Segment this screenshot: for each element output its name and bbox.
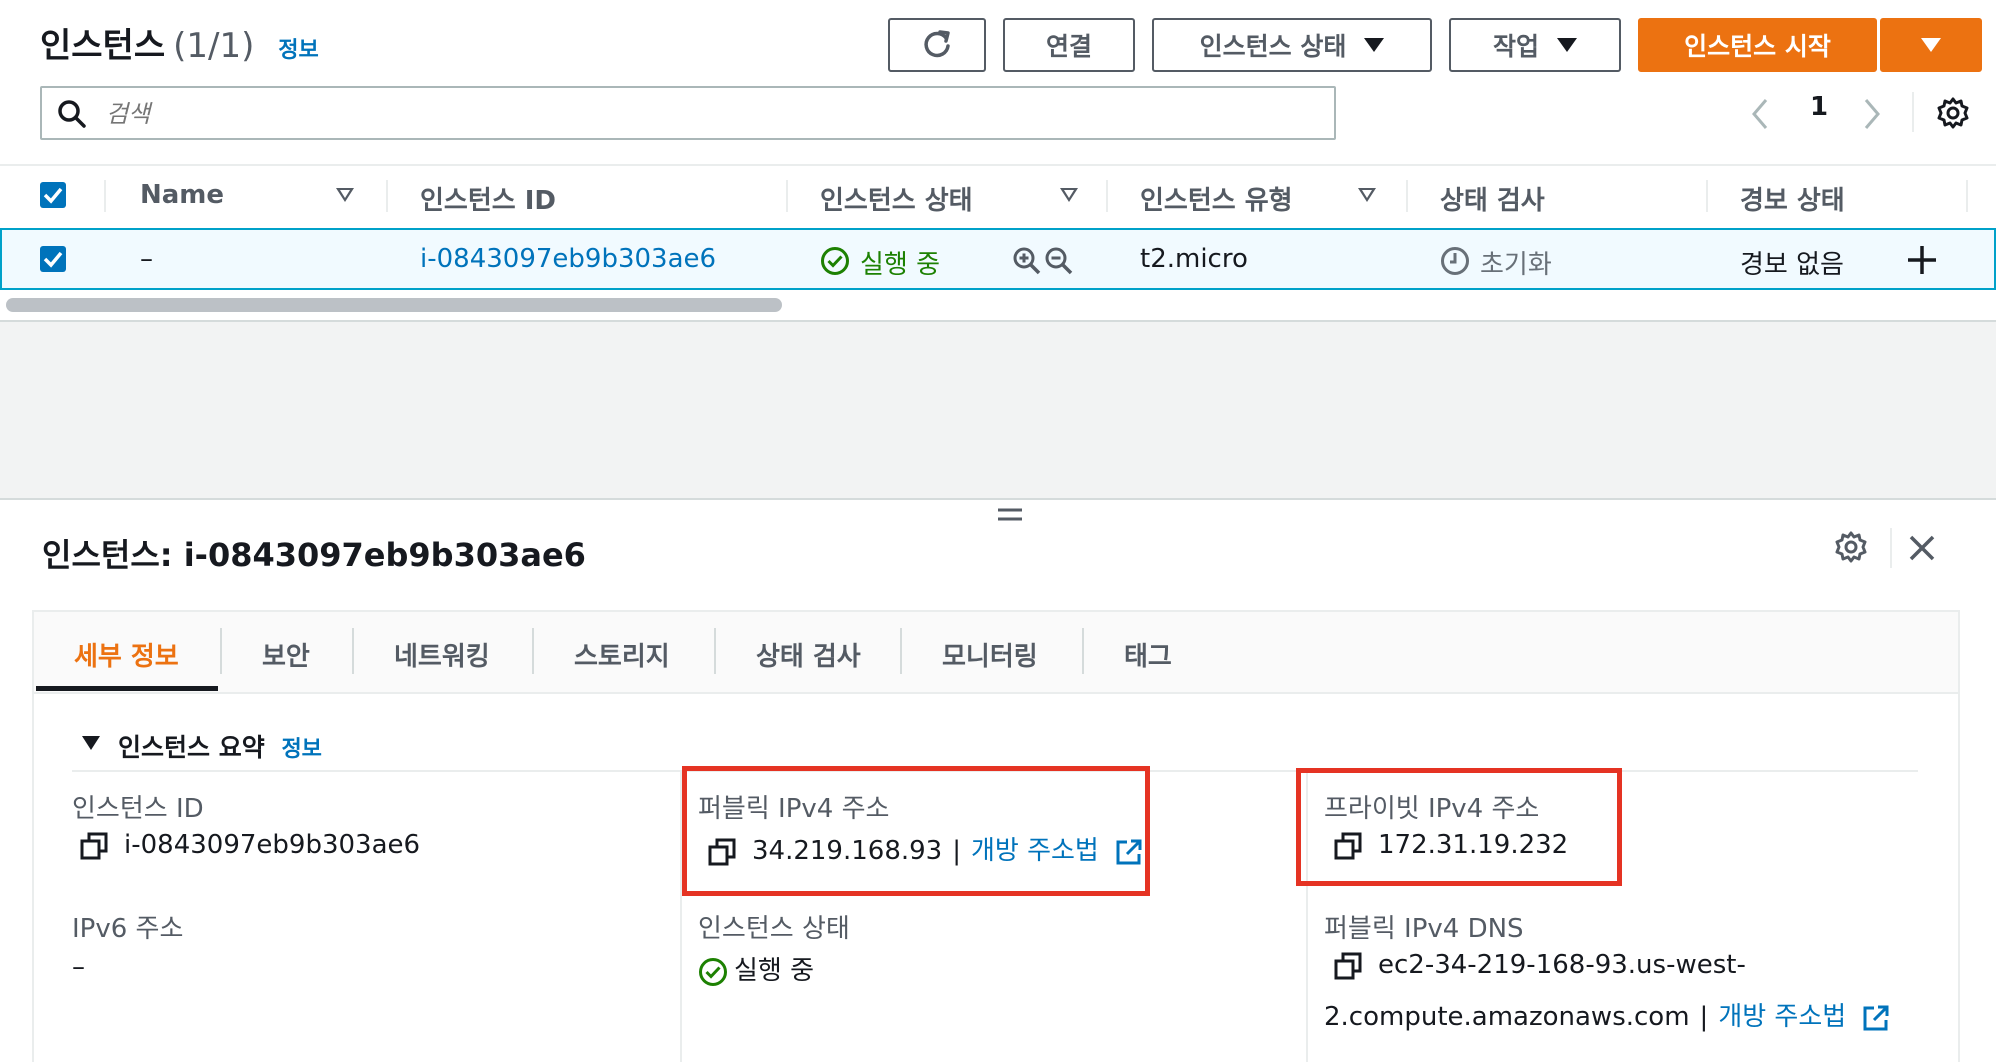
refresh-icon (924, 30, 950, 58)
row-instance-state: 실행 중 (860, 250, 941, 280)
active-tab-indicator (36, 686, 218, 691)
section-info-link[interactable]: 정보 (281, 737, 321, 762)
launch-instance-button[interactable]: 인스턴스 시작 (1638, 18, 1877, 72)
connect-button[interactable]: 연결 (1003, 18, 1135, 72)
column-header-alarm-status[interactable]: 경보 상태 (1740, 180, 1845, 217)
row-name: – (140, 244, 153, 274)
table-header: Name 인스턴스 ID 인스턴스 상태 인스턴스 유형 상태 검사 경보 상태 (0, 164, 1996, 230)
zoom-in-icon[interactable] (1012, 246, 1042, 276)
public-dns-text-line2: 2.compute.amazonaws.com (1324, 1002, 1690, 1032)
open-address-link-2[interactable]: 개방 주소법 (1718, 1002, 1846, 1032)
instance-count: (1/1) (173, 26, 255, 66)
row-instance-id-link[interactable]: i-0843097eb9b303ae6 (420, 244, 716, 274)
launch-instance-label: 인스턴스 시작 (1684, 32, 1831, 61)
instance-state-label: 인스턴스 상태 (698, 914, 850, 944)
caret-down-icon (1557, 38, 1577, 52)
public-dns-text-line1: ec2-34-219-168-93.us-west- (1378, 950, 1746, 980)
public-ipv4-highlight-box (682, 766, 1150, 896)
checkmark-icon (43, 251, 63, 268)
connect-button-label: 연결 (1045, 32, 1092, 61)
empty-table-area (0, 320, 1996, 500)
instance-state-value: 실행 중 (698, 950, 814, 987)
row-alarm-status: 경보 없음 (1740, 250, 1844, 280)
horizontal-scrollbar[interactable] (6, 298, 782, 312)
separator: | (1699, 1002, 1709, 1032)
next-page-icon[interactable] (1860, 96, 1884, 132)
details-panel-title: 인스턴스: i-0843097eb9b303ae6 (42, 536, 586, 574)
tab-status-checks[interactable]: 상태 검사 (756, 636, 861, 673)
search-input[interactable] (104, 96, 1308, 132)
instance-id-text: i-0843097eb9b303ae6 (124, 830, 421, 860)
tab-storage[interactable]: 스토리지 (574, 636, 670, 673)
column-header-status-check[interactable]: 상태 검사 (1440, 180, 1545, 217)
row-status-check: 초기화 (1480, 250, 1552, 280)
info-link[interactable]: 정보 (278, 38, 318, 63)
tab-tags[interactable]: 태그 (1124, 636, 1172, 673)
search-bar[interactable] (40, 86, 1336, 140)
instance-state-text: 실행 중 (734, 956, 815, 986)
zoom-out-icon[interactable] (1044, 246, 1074, 276)
instance-id-label: 인스턴스 ID (72, 794, 204, 824)
ipv6-label: IPv6 주소 (72, 914, 184, 944)
column-header-name[interactable]: Name (140, 180, 224, 210)
table-row[interactable]: – i-0843097eb9b303ae6 실행 중 t2.micro 초기화 … (0, 228, 1996, 290)
prev-page-icon[interactable] (1748, 96, 1772, 132)
launch-options-dropdown[interactable] (1880, 18, 1982, 72)
refresh-button[interactable] (888, 18, 986, 72)
instance-id-value: i-0843097eb9b303ae6 (80, 830, 420, 860)
external-link-icon[interactable] (1862, 1004, 1890, 1032)
add-alarm-plus-icon[interactable] (1906, 244, 1938, 276)
instance-state-dropdown-label: 인스턴스 상태 (1199, 32, 1347, 61)
public-dns-label: 퍼블릭 IPv4 DNS (1324, 914, 1524, 944)
pending-clock-icon (1441, 247, 1469, 275)
success-check-icon (821, 247, 849, 275)
public-dns-value-line2: 2.compute.amazonaws.com | 개방 주소법 (1324, 996, 1890, 1033)
details-tab-bar: 세부 정보 보안 네트워킹 스토리지 상태 검사 모니터링 태그 (34, 612, 1958, 694)
column-header-instance-type[interactable]: 인스턴스 유형 (1140, 180, 1293, 217)
caret-down-icon (1921, 38, 1941, 52)
column-header-instance-id[interactable]: 인스턴스 ID (420, 180, 556, 217)
success-check-icon (699, 957, 727, 986)
page-title-text: 인스턴스 (40, 26, 166, 66)
actions-dropdown[interactable]: 작업 (1449, 18, 1621, 72)
select-all-checkbox[interactable] (40, 182, 66, 208)
row-instance-type: t2.micro (1140, 244, 1248, 274)
caret-down-icon (1364, 38, 1385, 52)
copy-icon[interactable] (1334, 952, 1362, 980)
search-icon (58, 100, 86, 128)
tab-networking[interactable]: 네트워킹 (394, 636, 490, 673)
tab-monitoring[interactable]: 모니터링 (942, 636, 1038, 673)
row-checkbox[interactable] (40, 246, 66, 272)
column-header-instance-state[interactable]: 인스턴스 상태 (820, 180, 973, 217)
sort-icon[interactable] (1060, 188, 1078, 202)
sort-icon[interactable] (1358, 188, 1376, 202)
ipv6-value: – (72, 952, 85, 982)
section-title: 인스턴스 요약 정보 (118, 728, 322, 764)
tab-security[interactable]: 보안 (262, 636, 310, 673)
public-dns-value-line1: ec2-34-219-168-93.us-west- (1334, 950, 1746, 980)
pager-divider (1912, 92, 1914, 132)
copy-icon[interactable] (80, 832, 108, 860)
settings-gear-icon[interactable] (1936, 96, 1970, 130)
instance-state-dropdown[interactable]: 인스턴스 상태 (1152, 18, 1432, 72)
checkmark-icon (43, 187, 63, 204)
page-title: 인스턴스 (1/1) 정보 (40, 18, 319, 67)
tab-details[interactable]: 세부 정보 (74, 636, 179, 673)
collapse-caret-icon[interactable] (80, 734, 102, 752)
sort-icon[interactable] (336, 188, 354, 202)
section-title-text: 인스턴스 요약 (118, 733, 265, 762)
current-page[interactable]: 1 (1810, 92, 1828, 122)
actions-dropdown-label: 작업 (1492, 32, 1539, 61)
details-settings-gear-icon[interactable] (1834, 530, 1868, 564)
close-icon[interactable] (1908, 534, 1936, 562)
private-ipv4-highlight-box (1296, 768, 1622, 886)
resize-handle-icon[interactable] (996, 506, 1024, 524)
details-header-divider (1890, 528, 1892, 568)
